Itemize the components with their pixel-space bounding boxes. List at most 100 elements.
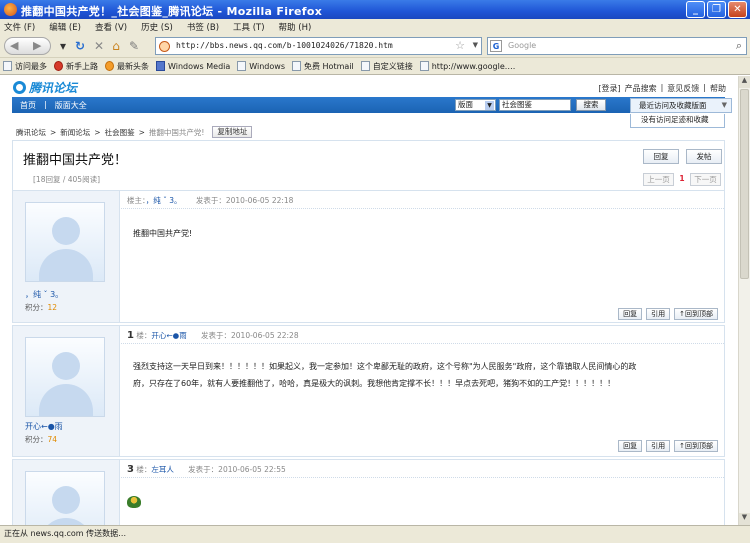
bookmark-item[interactable]: 免费 Hotmail — [292, 61, 354, 72]
post-score: 积分：74 — [25, 435, 58, 444]
home-icon[interactable]: ⌂ — [108, 38, 124, 54]
minimize-button[interactable]: _ — [686, 1, 705, 18]
post-quote-button[interactable]: 引用 — [646, 308, 671, 320]
bookmark-item[interactable]: 新手上路 — [54, 61, 98, 72]
post-author-link[interactable]: 开心←●雨 — [151, 331, 186, 340]
url-dropdown-icon[interactable]: ▼ — [473, 41, 478, 49]
bookmark-item[interactable]: 最新头条 — [105, 61, 149, 72]
post-reply-button[interactable]: 回复 — [618, 308, 643, 320]
breadcrumb-separator: > — [50, 127, 57, 137]
dropdown-history-icon[interactable]: ▾ — [56, 38, 70, 54]
search-icon[interactable]: ⌕ — [736, 39, 742, 53]
avatar[interactable] — [25, 202, 105, 282]
reply-button[interactable]: 回复 — [643, 149, 679, 164]
navigation-toolbar: ◀ ▶ ▾ ↻ ✕ ⌂ ✎ http://bbs.news.qq.com/b-1… — [0, 34, 750, 58]
bookmark-star-icon[interactable]: ☆ — [455, 39, 465, 52]
post-username[interactable]: ，纯 ˇ 3。 — [25, 289, 63, 300]
window-titlebar: 推翻中国共产党！_社会图鉴_腾讯论坛 - Mozilla Firefox _ ❐… — [0, 0, 750, 19]
site-logo[interactable]: 腾讯论坛 — [13, 79, 77, 96]
avatar[interactable] — [25, 337, 105, 417]
rss-icon — [105, 61, 114, 71]
post-meta: 楼主：，纯 ˇ 3。 发表于：2010-06-05 22:18 — [127, 196, 294, 205]
current-page: 1 — [679, 174, 685, 183]
chevron-down-icon: ▼ — [721, 101, 727, 109]
new-post-button[interactable]: 发帖 — [686, 149, 722, 164]
breadcrumb-news-forum[interactable]: 新闻论坛 — [60, 127, 90, 138]
post-author-panel — [13, 460, 120, 525]
menu-tools[interactable]: 工具 (T) — [233, 21, 265, 33]
qq-logo-icon — [13, 81, 26, 94]
nav-home[interactable]: 首页 — [20, 100, 36, 111]
forum-nav-bar: 首页 | 版面大全 版面 ▼ 社会图鉴 搜索 最近访问及收藏版面 ▼ — [12, 97, 732, 113]
post-content: 推翻中国共产党! — [133, 229, 193, 238]
menu-file[interactable]: 文件 (F) — [4, 21, 35, 33]
scrollbar-thumb[interactable] — [740, 89, 749, 279]
post-score: 积分：12 — [25, 303, 58, 312]
close-button[interactable]: ✕ — [728, 1, 747, 18]
bookmark-item[interactable]: 访问最多 — [3, 61, 47, 72]
copy-address-button[interactable]: 复制地址 — [212, 126, 253, 138]
breadcrumb-separator: > — [94, 127, 101, 137]
scroll-down-icon[interactable]: ▼ — [739, 513, 750, 525]
post-actions: 回复 引用 ↑回到顶部 — [618, 308, 718, 320]
menu-help[interactable]: 帮助 (H) — [279, 21, 312, 33]
login-link[interactable]: [登录] — [598, 83, 620, 94]
reload-icon[interactable]: ↻ — [72, 38, 88, 54]
back-to-top-button[interactable]: ↑回到顶部 — [674, 308, 718, 320]
nav-all-boards[interactable]: 版面大全 — [55, 100, 87, 111]
restore-button[interactable]: ❐ — [707, 1, 726, 18]
breadcrumb-tencent-forum[interactable]: 腾讯论坛 — [16, 127, 46, 138]
post-author-link[interactable]: 左耳人 — [151, 465, 174, 474]
feedback-link[interactable]: 意见反馈 — [667, 83, 699, 94]
post-author-link[interactable]: ，纯 ˇ 3。 — [146, 196, 182, 205]
page-content: 腾讯论坛 [登录] 产品搜索 | 意见反馈 | 帮助 首页 | 版面大全 版面 … — [0, 76, 738, 525]
post: 3 楼：左耳人 发表于：2010-06-05 22:55 — [12, 459, 725, 525]
bookmark-item[interactable]: 自定义链接 — [360, 61, 413, 72]
search-scope-select[interactable]: 版面 ▼ — [455, 99, 496, 111]
page-icon — [237, 61, 247, 71]
google-icon[interactable]: G — [490, 40, 502, 52]
avatar[interactable] — [25, 471, 105, 525]
turtle-emoticon-icon — [127, 496, 141, 508]
stop-icon[interactable]: ✕ — [91, 38, 107, 54]
post-time: 2010-06-05 22:55 — [218, 465, 286, 474]
breadcrumb-current: 推翻中国共产党! — [148, 127, 205, 137]
post-username[interactable]: 开心←●雨 — [25, 421, 63, 432]
back-to-top-button[interactable]: ↑回到顶部 — [674, 440, 718, 452]
windows-icon — [156, 61, 165, 71]
search-bar[interactable]: G Google ⌕ — [487, 37, 747, 55]
menu-history[interactable]: 历史 (S) — [141, 21, 173, 33]
bookmark-item[interactable]: Windows — [237, 61, 285, 71]
post-meta: 3 楼：左耳人 发表于：2010-06-05 22:55 — [127, 464, 286, 475]
bookmark-item[interactable]: http://www.google.… — [419, 61, 515, 71]
menu-edit[interactable]: 编辑 (E) — [49, 21, 81, 33]
post-time: 2010-06-05 22:18 — [225, 196, 294, 205]
menu-view[interactable]: 查看 (V) — [95, 21, 127, 33]
forum-search-input[interactable]: 社会图鉴 — [499, 99, 571, 111]
tool-icon[interactable]: ✎ — [126, 38, 142, 54]
post-reply-button[interactable]: 回复 — [618, 440, 643, 452]
back-arrow-icon[interactable]: ◀ — [10, 39, 18, 52]
next-page-button[interactable]: 下一页 — [690, 173, 721, 186]
prev-page-button[interactable]: 上一页 — [643, 173, 674, 186]
status-bar: 正在从 news.qq.com 传送数据… — [0, 525, 750, 543]
help-link[interactable]: 帮助 — [710, 83, 726, 94]
post-quote-button[interactable]: 引用 — [646, 440, 671, 452]
post-body: 楼主：，纯 ˇ 3。 发表于：2010-06-05 22:18 推翻中国共产党!… — [121, 191, 724, 322]
breadcrumb-society[interactable]: 社会图鉴 — [105, 127, 135, 138]
thread-stats: [18回复 / 405阅读] — [33, 175, 101, 184]
window-controls: _ ❐ ✕ — [686, 1, 747, 18]
bookmarks-toolbar: 访问最多 新手上路 最新头条 Windows Media Windows 免费 … — [0, 58, 750, 75]
menu-bookmarks[interactable]: 书签 (B) — [187, 21, 219, 33]
forward-arrow-icon[interactable]: ▶ — [33, 39, 41, 52]
chevron-down-icon: ▼ — [485, 101, 494, 110]
divider: | — [660, 83, 664, 92]
address-bar[interactable]: http://bbs.news.qq.com/b-1001024026/7182… — [155, 37, 482, 55]
post-body: 1 楼：开心←●雨 发表于：2010-06-05 22:28 强烈支持这一天早日… — [121, 326, 724, 456]
product-search-link[interactable]: 产品搜索 — [625, 83, 657, 94]
bookmark-item[interactable]: Windows Media — [156, 61, 230, 71]
vertical-scrollbar[interactable]: ▲ ▼ — [738, 76, 750, 525]
recent-boards-button[interactable]: 最近访问及收藏版面 ▼ — [630, 98, 732, 113]
forum-search-button[interactable]: 搜索 — [576, 99, 606, 111]
scroll-up-icon[interactable]: ▲ — [739, 76, 750, 88]
